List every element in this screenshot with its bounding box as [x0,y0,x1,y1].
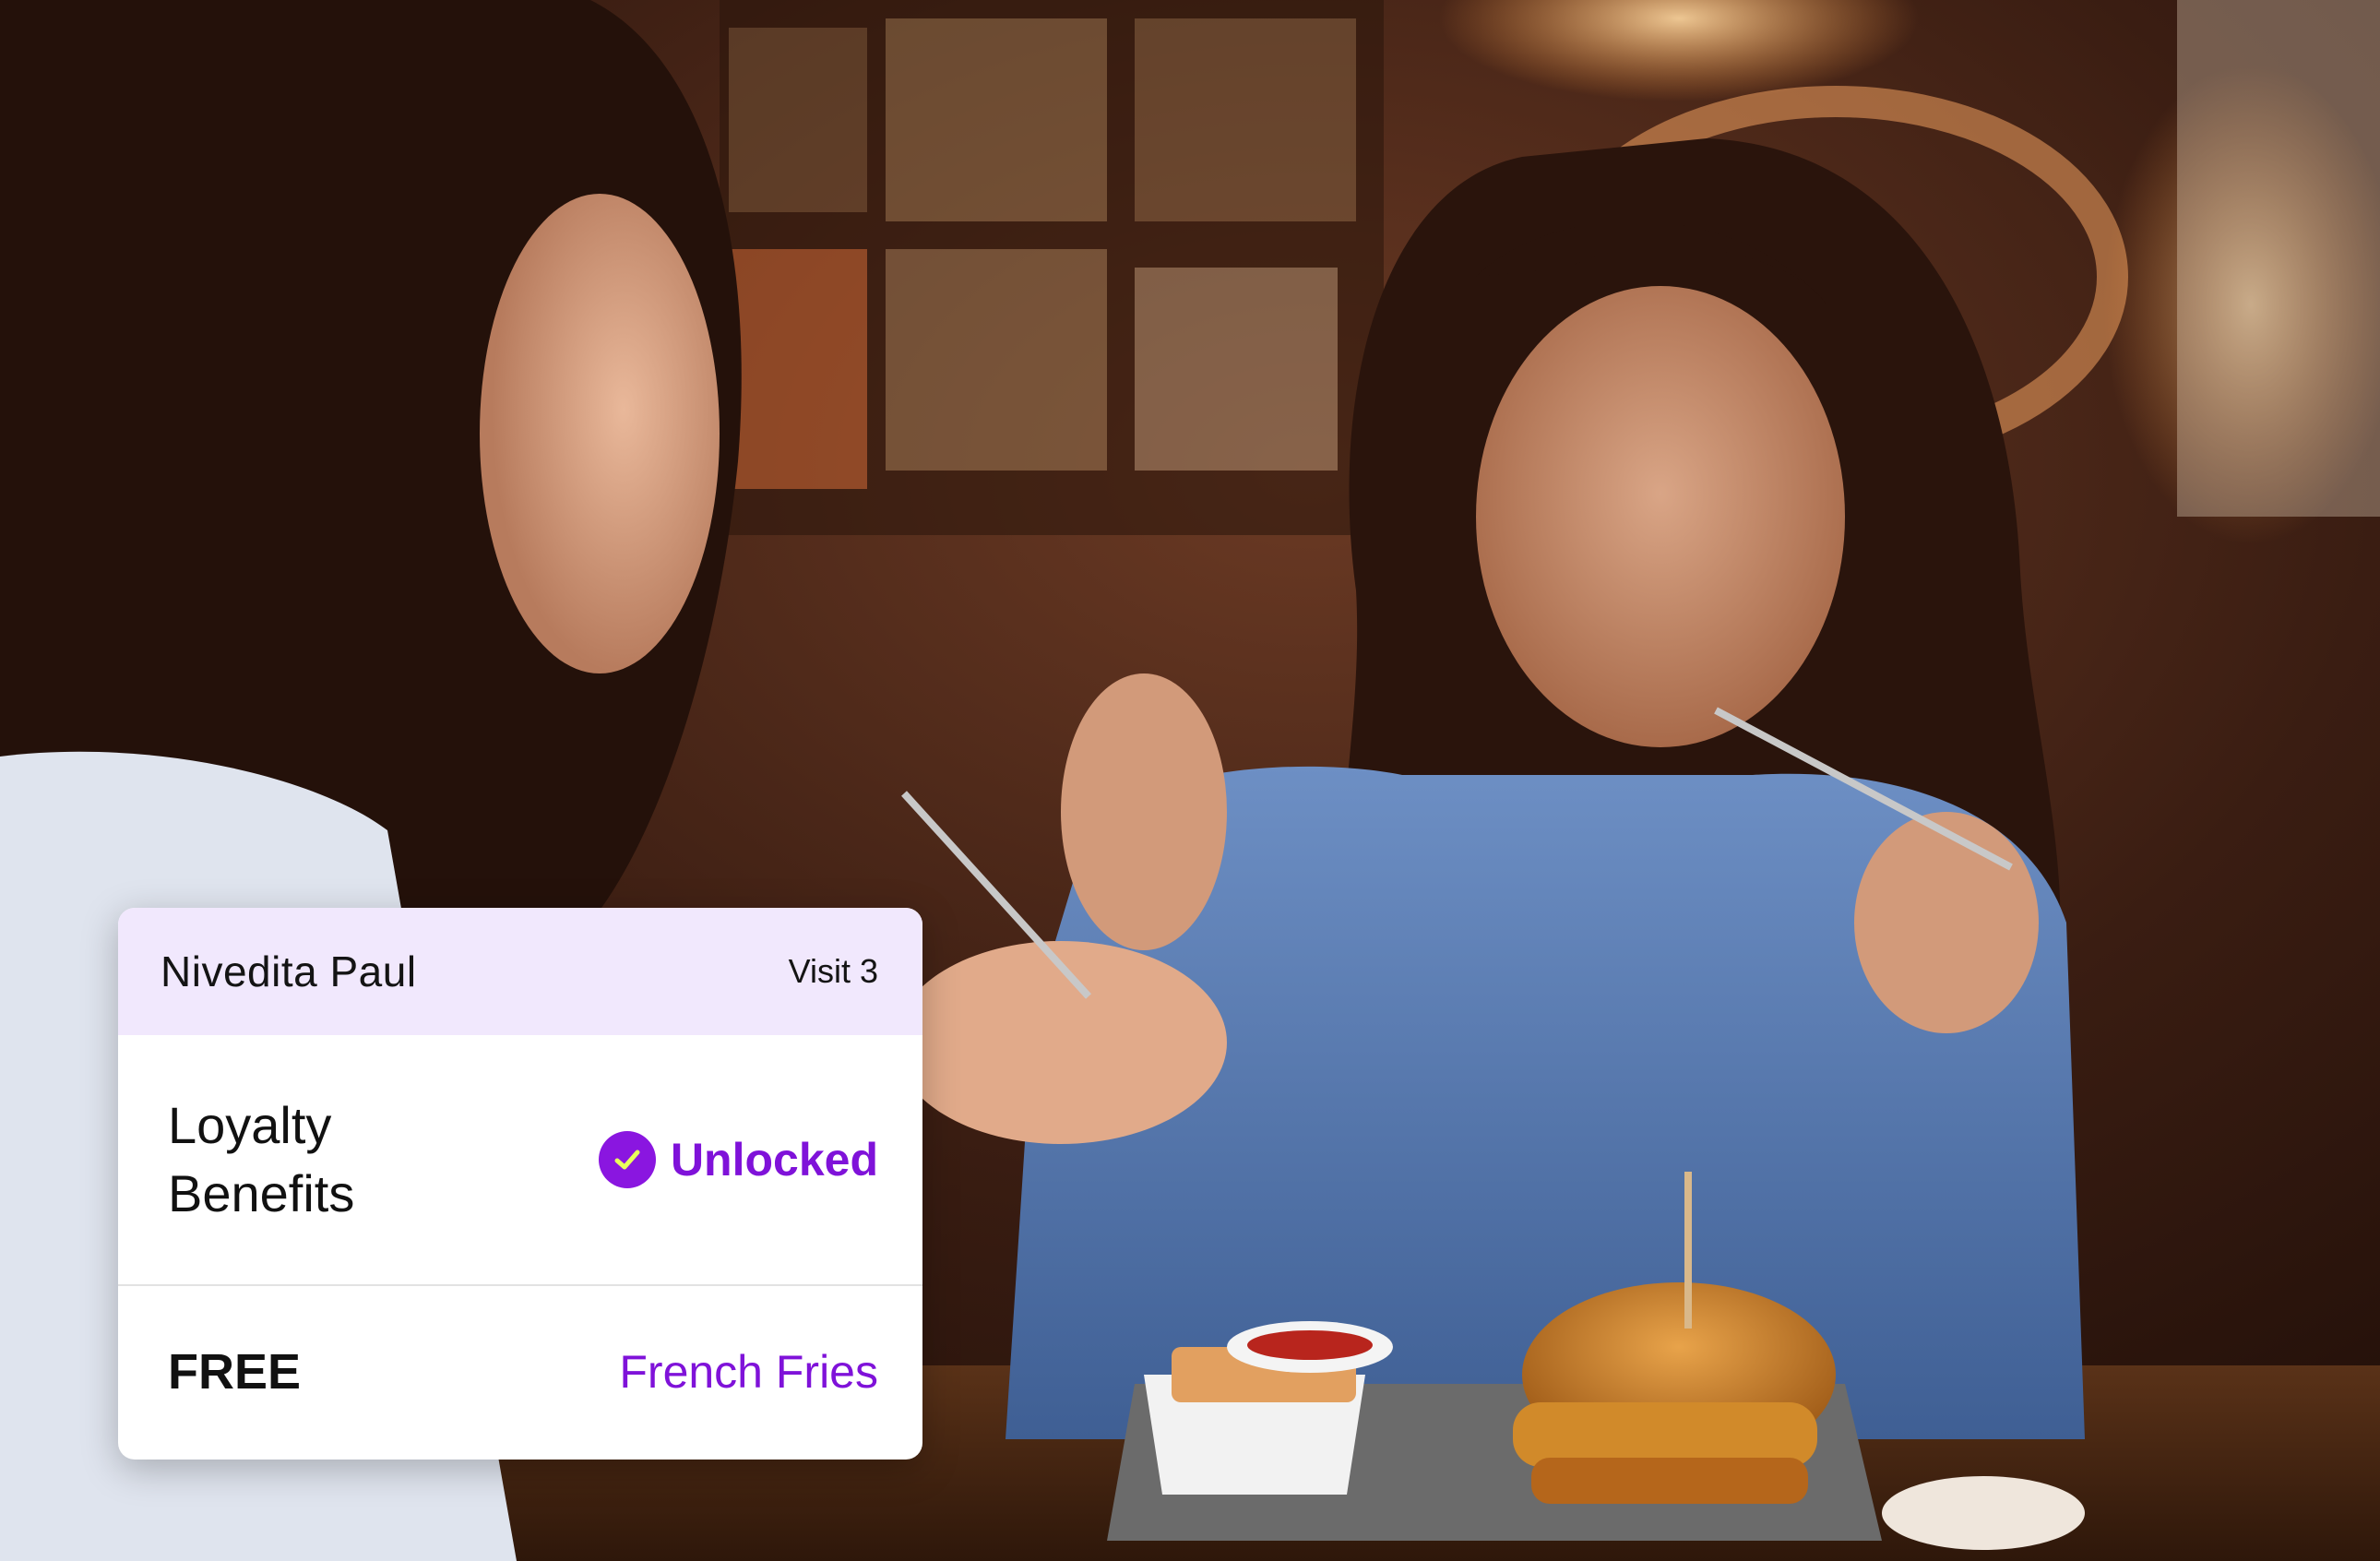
loyalty-benefits-row: Loyalty Benefits Unlocked [118,1035,922,1286]
reward-tag: FREE [168,1344,302,1400]
check-circle-icon [598,1131,656,1188]
loyalty-card: Nivedita Paul Visit 3 Loyalty Benefits U… [118,908,922,1460]
visit-count: Visit 3 [788,952,878,990]
benefits-title: Loyalty Benefits [168,1096,355,1222]
reward-row: FREE French Fries [118,1286,922,1458]
customer-name: Nivedita Paul [161,947,417,995]
status-unlocked: Unlocked [670,1134,878,1186]
benefits-status: Unlocked [598,1131,878,1188]
card-header: Nivedita Paul Visit 3 [118,908,922,1035]
reward-item: French Fries [619,1346,878,1398]
